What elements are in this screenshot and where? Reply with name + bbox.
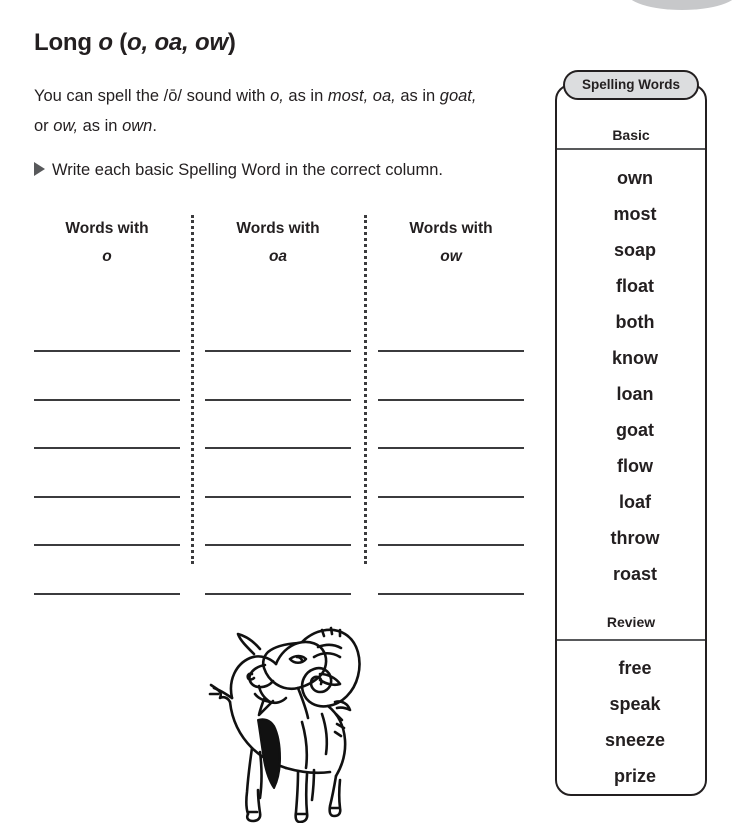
instruction-text: Write each basic Spelling Word in the co… xyxy=(52,160,443,179)
intro-example-oa: oa, xyxy=(372,86,396,105)
instruction-block: Write each basic Spelling Word in the co… xyxy=(34,155,494,185)
answer-line[interactable] xyxy=(34,546,180,595)
answer-line[interactable] xyxy=(205,352,351,401)
review-word-list: free speak sneeze prize xyxy=(557,650,705,794)
sort-column-heading-line1: Words with xyxy=(236,220,320,237)
sort-column-heading-line1: Words with xyxy=(65,220,149,237)
ram-illustration xyxy=(202,602,380,824)
review-word-item: free xyxy=(618,658,652,678)
spelling-word-item: throw xyxy=(610,528,660,548)
answer-lines-oa xyxy=(205,303,351,595)
spelling-word-item: float xyxy=(616,276,654,296)
intro-text-7: . xyxy=(152,116,157,135)
spelling-word-item: loan xyxy=(616,384,654,404)
answer-line[interactable] xyxy=(34,401,180,450)
sort-column-pattern: ow xyxy=(440,248,462,265)
intro-example-goat: goat, xyxy=(439,86,477,105)
spelling-word-item: soap xyxy=(613,240,656,260)
sort-column-heading-line1: Words with xyxy=(409,220,493,237)
basic-section-rule xyxy=(557,148,705,150)
sort-column-heading: Words with ow xyxy=(378,215,524,271)
review-section-rule xyxy=(557,639,705,641)
page-title-italic-2: o, oa, ow xyxy=(127,29,228,57)
review-word-item: sneeze xyxy=(604,730,666,750)
answer-line[interactable] xyxy=(34,449,180,498)
intro-example-ow: ow, xyxy=(53,116,79,135)
column-divider-2 xyxy=(364,215,367,564)
sort-column-o: Words with o xyxy=(34,215,180,595)
spelling-word-item: loaf xyxy=(618,492,651,512)
answer-line[interactable] xyxy=(34,352,180,401)
spelling-words-header-pill: Spelling Words xyxy=(563,70,699,100)
sort-column-oa: Words with oa xyxy=(205,215,351,595)
intro-text-4: as in xyxy=(395,86,440,105)
answer-line[interactable] xyxy=(378,449,524,498)
spelling-word-item: both xyxy=(615,312,655,332)
answer-line[interactable] xyxy=(205,546,351,595)
intro-paragraph: You can spell the /ō/ sound with o, as i… xyxy=(34,81,486,141)
answer-line[interactable] xyxy=(205,401,351,450)
review-word-item: speak xyxy=(609,694,661,714)
word-sort-area: Words with o Words with oa Words with ow xyxy=(34,215,534,595)
page-title-plain-2: ( xyxy=(112,29,128,57)
spelling-word-item: most xyxy=(613,204,657,224)
triangle-right-icon xyxy=(34,161,45,176)
intro-example-most: most, xyxy=(327,86,369,105)
spelling-words-box: Basic own most soap float both know loan goat fl… xyxy=(555,84,707,796)
answer-line[interactable] xyxy=(205,498,351,547)
corner-arc-decoration xyxy=(626,0,734,10)
answer-line[interactable] xyxy=(34,303,180,352)
intro-text-1: You can spell the /ō/ sound with xyxy=(34,86,271,105)
spelling-word-item: own xyxy=(617,168,653,188)
answer-line[interactable] xyxy=(378,498,524,547)
page-title: Long o (o, oa, ow) xyxy=(34,29,236,57)
sort-column-pattern: o xyxy=(102,248,112,265)
page-title-plain-3: ) xyxy=(227,29,236,57)
answer-line[interactable] xyxy=(34,498,180,547)
page-title-plain-1: Long xyxy=(34,29,99,57)
answer-line[interactable] xyxy=(205,303,351,352)
intro-example-o: o, xyxy=(270,86,284,105)
answer-line[interactable] xyxy=(378,401,524,450)
intro-text-6: as in xyxy=(78,116,123,135)
answer-lines-ow xyxy=(378,303,524,595)
intro-text-5: or xyxy=(34,116,54,135)
spelling-word-item: goat xyxy=(616,420,654,440)
answer-line[interactable] xyxy=(378,352,524,401)
intro-example-own: own xyxy=(122,116,153,135)
review-word-item: prize xyxy=(613,766,656,786)
column-divider-1 xyxy=(191,215,194,564)
spelling-word-item: flow xyxy=(617,456,653,476)
answer-lines-o xyxy=(34,303,180,595)
basic-section-label: Basic xyxy=(612,127,650,143)
spelling-word-item: roast xyxy=(612,564,657,584)
sort-column-heading: Words with oa xyxy=(205,215,351,271)
intro-text-2: as in xyxy=(283,86,328,105)
answer-line[interactable] xyxy=(378,303,524,352)
sort-column-heading: Words with o xyxy=(34,215,180,271)
sort-column-ow: Words with ow xyxy=(378,215,524,595)
review-section-label: Review xyxy=(606,614,656,630)
page-title-italic-1: o xyxy=(98,29,113,57)
answer-line[interactable] xyxy=(205,449,351,498)
sort-column-pattern: oa xyxy=(268,248,288,265)
spelling-word-item: know xyxy=(611,348,658,368)
answer-line[interactable] xyxy=(378,546,524,595)
basic-word-list: own most soap float both know loan goat flow loaf… xyxy=(557,160,705,592)
